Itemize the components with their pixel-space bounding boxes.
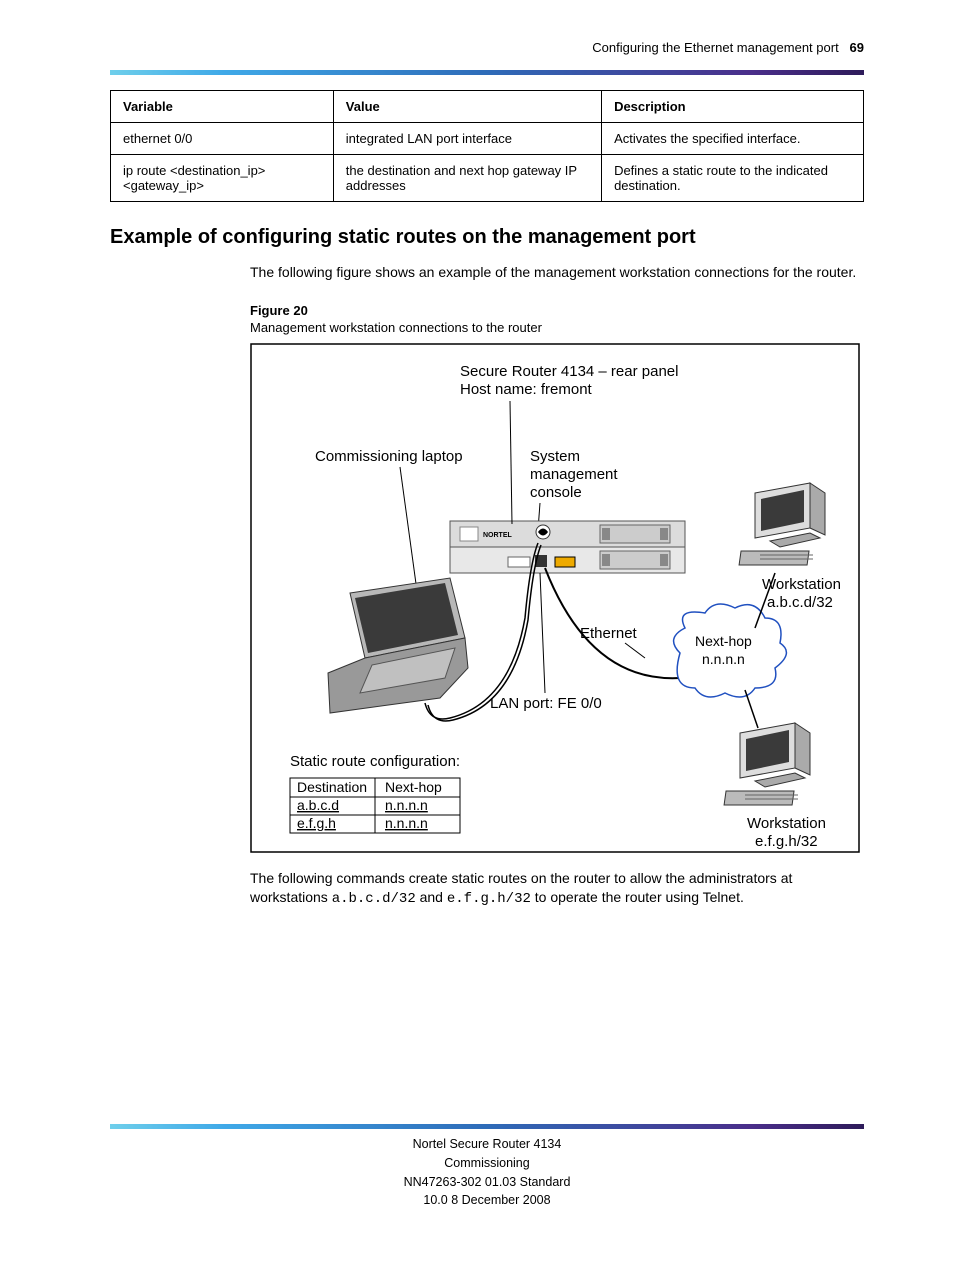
- lan-port-label: LAN port: FE 0/0: [490, 695, 602, 712]
- static-route-table: Destination Next-hop a.b.c.d n.n.n.n e.f…: [290, 778, 460, 833]
- table-header-row: Variable Value Description: [111, 91, 864, 123]
- footer-line: 10.0 8 December 2008: [110, 1191, 864, 1210]
- workstation1-label1: Workstation: [762, 576, 841, 593]
- footer-line: Nortel Secure Router 4134: [110, 1135, 864, 1154]
- ethernet-label: Ethernet: [580, 625, 638, 642]
- variable-table: Variable Value Description ethernet 0/0 …: [110, 90, 864, 202]
- console-label-2: management: [530, 466, 618, 483]
- footer-bar: [110, 1124, 864, 1129]
- console-label-1: System: [530, 448, 580, 465]
- router-label-2: Host name: fremont: [460, 381, 593, 398]
- svg-text:e.f.g.h: e.f.g.h: [297, 815, 336, 831]
- svg-text:Destination: Destination: [297, 779, 367, 795]
- workstation2-label2: e.f.g.h/32: [755, 833, 818, 850]
- table-cell: Activates the specified interface.: [602, 123, 864, 155]
- nexthop-label-1: Next-hop: [695, 633, 752, 649]
- nexthop-label-2: n.n.n.n: [702, 651, 745, 667]
- workstation1-label2: a.b.c.d/32: [767, 594, 833, 611]
- table-cell: the destination and next hop gateway IP …: [333, 155, 601, 202]
- router-label-1: Secure Router 4134 – rear panel: [460, 363, 678, 380]
- page-number: 69: [850, 40, 864, 55]
- footer-line: Commissioning: [110, 1154, 864, 1173]
- figure-title: Management workstation connections to th…: [250, 320, 864, 335]
- table-cell: ethernet 0/0: [111, 123, 334, 155]
- body-text: The following figure shows an example of…: [250, 263, 864, 283]
- table-cell: Defines a static route to the indicated …: [602, 155, 864, 202]
- router-chassis: NORTEL: [450, 521, 685, 573]
- footer-line: NN47263-302 01.03 Standard: [110, 1173, 864, 1192]
- figure: Secure Router 4134 – rear panel Host nam…: [250, 343, 860, 853]
- svg-text:a.b.c.d: a.b.c.d: [297, 797, 339, 813]
- table-header: Value: [333, 91, 601, 123]
- table-row: ip route <destination_ip> <gateway_ip> t…: [111, 155, 864, 202]
- post-figure-body: The following commands create static rou…: [250, 869, 864, 910]
- table-header: Variable: [111, 91, 334, 123]
- svg-text:Next-hop: Next-hop: [385, 779, 442, 795]
- table-cell: integrated LAN port interface: [333, 123, 601, 155]
- laptop-icon: [320, 578, 468, 713]
- table-row: ethernet 0/0 integrated LAN port interfa…: [111, 123, 864, 155]
- workstation-icon: [739, 483, 825, 565]
- workstation-icon: [724, 723, 810, 805]
- table-header: Description: [602, 91, 864, 123]
- cloud: Next-hop n.n.n.n: [674, 604, 787, 697]
- workstation2-label1: Workstation: [747, 815, 826, 832]
- section-heading: Example of configuring static routes on …: [110, 226, 864, 249]
- laptop-label: Commissioning laptop: [315, 448, 463, 465]
- figure-label: Figure 20: [250, 303, 864, 318]
- page-header: Configuring the Ethernet management port…: [0, 0, 954, 65]
- table-cell: ip route <destination_ip> <gateway_ip>: [111, 155, 334, 202]
- console-label-3: console: [530, 484, 582, 501]
- static-route-label: Static route configuration:: [290, 753, 460, 770]
- footer: Nortel Secure Router 4134 Commissioning …: [110, 1135, 864, 1210]
- header-title: Configuring the Ethernet management port: [592, 40, 838, 55]
- svg-text:n.n.n.n: n.n.n.n: [385, 797, 428, 813]
- svg-text:NORTEL: NORTEL: [483, 532, 513, 539]
- svg-text:n.n.n.n: n.n.n.n: [385, 815, 428, 831]
